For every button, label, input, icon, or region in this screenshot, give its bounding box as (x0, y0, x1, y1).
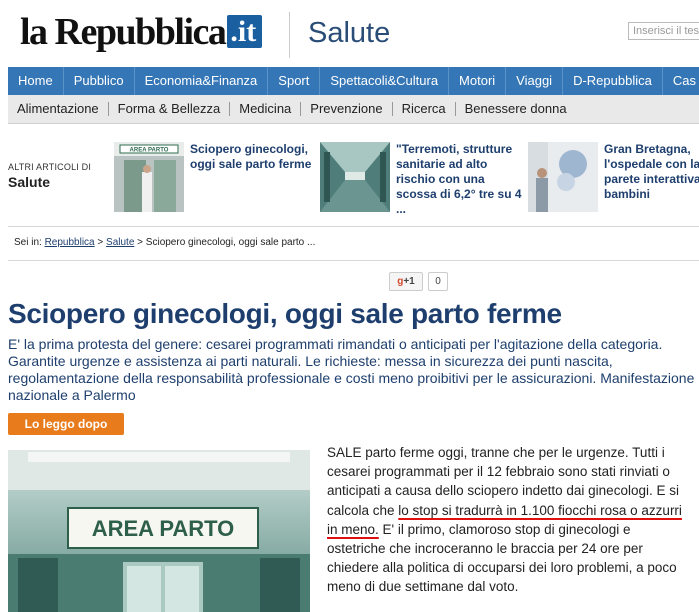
nav-item-home[interactable]: Home (8, 67, 64, 95)
subnav-item-ricerca[interactable]: Ricerca (393, 102, 456, 116)
nav-item-pubblico[interactable]: Pubblico (64, 67, 135, 95)
area-parto-photo: AREA PARTO (8, 450, 310, 612)
hospital-corridor-image: AREA PARTO (114, 142, 184, 212)
logo-text: la Repubblica (20, 11, 227, 53)
breadcrumb-prefix: Sei in: (14, 237, 42, 248)
nav-item-d-repubblica[interactable]: D-Repubblica (563, 67, 663, 95)
breadcrumb-link-repubblica[interactable]: Repubblica (45, 237, 95, 248)
hospital-hallway-image (320, 142, 390, 212)
article-image: AREA PARTO (8, 450, 310, 612)
sub-nav: Alimentazione Forma & Bellezza Medicina … (8, 95, 699, 124)
divider (8, 226, 699, 227)
subnav-item-medicina[interactable]: Medicina (230, 102, 302, 116)
nav-item-viaggi[interactable]: Viaggi (506, 67, 564, 95)
nav-item-spettacoli[interactable]: Spettacoli&Cultura (320, 67, 450, 95)
google-plus-count: 0 (428, 272, 448, 291)
nav-item-motori[interactable]: Motori (449, 67, 507, 95)
article-summary: E' la prima protesta del genere: cesarei… (8, 336, 695, 403)
related-articles: ALTRI ARTICOLI DI Salute AREA PARTO Scio… (8, 132, 699, 218)
subnav-item-benessere-donna[interactable]: Benessere donna (456, 102, 576, 116)
article-body-part-2: E' il primo, clamoroso stop di ginecolog… (327, 521, 677, 595)
section-title[interactable]: Salute (308, 17, 390, 50)
logo-suffix: .it (227, 15, 263, 48)
breadcrumb: Sei in: Repubblica > Salute > Sciopero g… (14, 237, 315, 248)
breadcrumb-sep-icon: > (97, 237, 104, 248)
article-headline: Sciopero ginecologi, oggi sale parto fer… (8, 298, 562, 329)
related-section[interactable]: Salute (8, 174, 50, 190)
subnav-item-prevenzione[interactable]: Prevenzione (301, 102, 393, 116)
related-thumb-2[interactable] (320, 142, 390, 212)
related-title-1[interactable]: Sciopero ginecologi, oggi sale parto fer… (190, 142, 312, 172)
related-title-2[interactable]: "Terremoti, strutture sanitarie ad alto … (396, 142, 522, 217)
thumb-sign-text: AREA PARTO (130, 148, 169, 154)
related-thumb-3[interactable] (528, 142, 598, 212)
divider (8, 260, 699, 261)
nav-item-casa[interactable]: Cas (663, 67, 699, 95)
related-thumb-1[interactable]: AREA PARTO (114, 142, 184, 212)
read-later-button[interactable]: Lo leggo dopo (8, 413, 124, 435)
area-parto-sign: AREA PARTO (92, 516, 235, 541)
nav-item-economia[interactable]: Economia&Finanza (135, 67, 269, 95)
interactive-wall-image (528, 142, 598, 212)
breadcrumb-link-salute[interactable]: Salute (106, 237, 134, 248)
main-nav: Home Pubblico Economia&Finanza Sport Spe… (8, 67, 699, 95)
breadcrumb-sep-icon: > (137, 237, 144, 248)
search-input[interactable]: Inserisci il testo (628, 22, 699, 40)
site-logo[interactable]: la Repubblica .it (20, 10, 263, 57)
subnav-item-forma-bellezza[interactable]: Forma & Bellezza (109, 102, 231, 116)
article-body: SALE parto ferme oggi, tranne che per le… (327, 443, 692, 597)
breadcrumb-current: Sciopero ginecologi, oggi sale parto ... (145, 237, 316, 248)
header-separator (289, 12, 290, 58)
subnav-item-alimentazione[interactable]: Alimentazione (8, 102, 109, 116)
google-plus-label: +1 (403, 276, 415, 287)
google-plus-button[interactable]: g+1 (389, 272, 423, 291)
related-label: ALTRI ARTICOLI DI (8, 162, 92, 172)
nav-item-sport[interactable]: Sport (268, 67, 321, 95)
related-title-3[interactable]: Gran Bretagna, l'ospedale con la parete … (604, 142, 699, 202)
